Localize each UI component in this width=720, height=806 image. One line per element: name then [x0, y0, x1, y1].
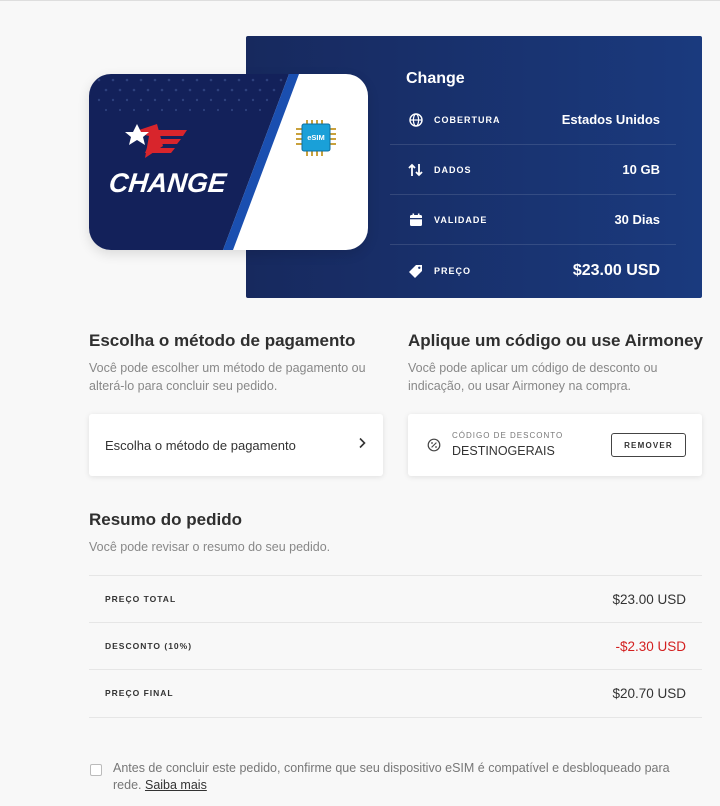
top-divider	[0, 0, 720, 1]
coupon-section-description: Você pode aplicar um código de desconto …	[408, 361, 658, 393]
summary-row-total: PREÇO TOTAL $23.00 USD	[89, 575, 702, 622]
package-row-price: PREÇO $23.00 USD	[390, 246, 676, 296]
payment-section-description: Você pode escolher um método de pagament…	[89, 361, 366, 393]
discount-label: DESCONTO (10%)	[105, 641, 193, 651]
summary-row-discount: DESCONTO (10%) -$2.30 USD	[89, 622, 702, 669]
summary-section-title: Resumo do pedido	[89, 510, 242, 529]
card-brand-text: CHANGE	[107, 168, 228, 198]
price-tag-icon	[408, 263, 424, 279]
data-label: DADOS	[434, 164, 472, 175]
total-price-label: PREÇO TOTAL	[105, 594, 177, 604]
package-row-data: DADOS 10 GB	[390, 145, 676, 195]
final-price-label: PREÇO FINAL	[105, 688, 174, 698]
total-price-value: $23.00 USD	[612, 591, 686, 607]
discount-code-value: DESTINOGERAIS	[452, 444, 555, 458]
card-background	[89, 74, 299, 250]
price-label: PREÇO	[434, 266, 472, 276]
calendar-icon	[408, 212, 424, 228]
coupon-section-title: Aplique um código ou use Airmoney	[408, 331, 704, 350]
payment-section-title: Escolha o método de pagamento	[89, 331, 356, 350]
chip-label: eSIM	[307, 133, 325, 142]
choose-payment-method-button[interactable]: Escolha o método de pagamento	[89, 414, 383, 476]
discount-code-field: CÓDIGO DE DESCONTO DESTINOGERAIS REMOVER	[408, 414, 702, 476]
arrows-up-down-icon	[408, 162, 424, 178]
coverage-value: Estados Unidos	[561, 112, 660, 127]
package-row-coverage: COBERTURA Estados Unidos	[390, 95, 676, 145]
coverage-label: COBERTURA	[434, 114, 501, 125]
validity-value: 30 Dias	[614, 212, 660, 227]
summary-divider	[89, 717, 702, 718]
data-value: 10 GB	[622, 162, 660, 177]
summary-section-description: Você pode revisar o resumo do seu pedido…	[89, 540, 331, 554]
esim-card-image: CHANGE eSIM	[89, 74, 368, 250]
compatibility-confirm-text: Antes de concluir este pedido, confirme …	[113, 760, 693, 794]
package-title: Change	[406, 70, 465, 87]
esim-chip-icon: eSIM	[294, 120, 338, 156]
discount-value: -$2.30 USD	[615, 638, 686, 654]
price-value: $23.00 USD	[572, 262, 660, 279]
package-row-validity: VALIDADE 30 Dias	[390, 195, 676, 245]
payment-button-label: Escolha o método de pagamento	[105, 437, 296, 453]
chevron-right-icon	[357, 436, 367, 454]
final-price-value: $20.70 USD	[612, 685, 686, 701]
globe-icon	[408, 112, 424, 128]
summary-row-final: PREÇO FINAL $20.70 USD	[89, 669, 702, 716]
compatibility-checkbox[interactable]	[90, 764, 102, 776]
percent-badge-icon	[427, 438, 441, 452]
validity-label: VALIDADE	[434, 214, 488, 225]
discount-code-label: CÓDIGO DE DESCONTO	[452, 431, 564, 440]
remove-code-button[interactable]: REMOVER	[611, 433, 686, 457]
learn-more-link[interactable]: Saiba mais	[145, 778, 207, 792]
